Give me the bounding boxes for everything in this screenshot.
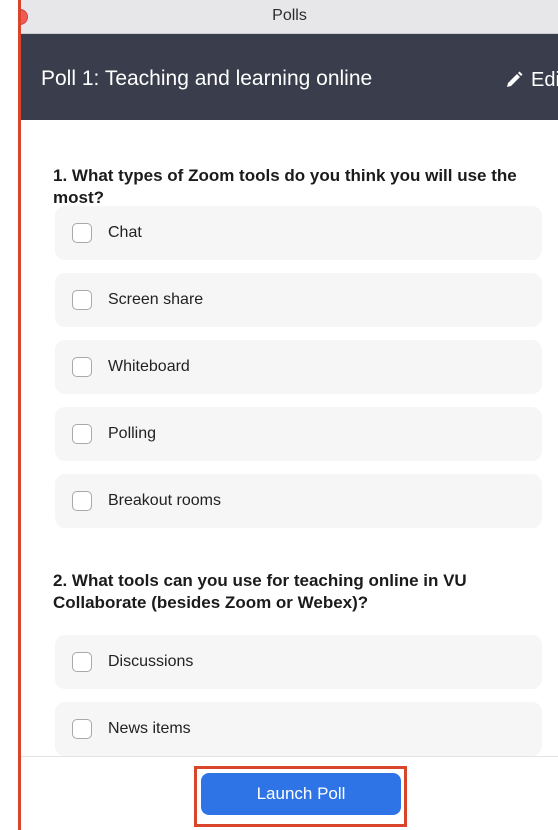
checkbox[interactable] (72, 491, 92, 511)
checkbox[interactable] (72, 719, 92, 739)
option-label: Breakout rooms (108, 492, 221, 509)
poll-footer: Launch Poll (21, 756, 558, 830)
option-chat[interactable]: Chat (55, 206, 542, 260)
background-strip (0, 0, 20, 830)
option-label: Polling (108, 425, 157, 442)
option-label: News items (108, 720, 191, 737)
pencil-icon (507, 71, 523, 87)
edit-button[interactable]: Edi (505, 68, 558, 92)
checkbox[interactable] (72, 290, 92, 310)
checkbox[interactable] (72, 357, 92, 377)
poll-header: Poll 1: Teaching and learning online Edi (21, 34, 558, 120)
checkbox[interactable] (72, 223, 92, 243)
option-label: Screen share (108, 291, 204, 308)
question-1-text: 1. What types of Zoom tools do you think… (53, 166, 517, 207)
launch-poll-button[interactable]: Launch Poll (201, 773, 401, 815)
window-title: Polls (272, 7, 307, 24)
option-polling[interactable]: Polling (55, 407, 542, 461)
checkbox[interactable] (72, 424, 92, 444)
option-screen-share[interactable]: Screen share (55, 273, 542, 327)
checkbox[interactable] (72, 652, 92, 672)
option-label: Discussions (108, 653, 194, 670)
option-news-items[interactable]: News items (55, 702, 542, 756)
poll-content: 1. What types of Zoom tools do you think… (21, 120, 558, 756)
option-discussions[interactable]: Discussions (55, 635, 542, 689)
option-label: Whiteboard (108, 358, 190, 375)
option-label: Chat (108, 224, 142, 241)
polls-window: Polls Poll 1: Teaching and learning onli… (21, 0, 558, 830)
poll-title: Poll 1: Teaching and learning online (41, 67, 373, 90)
option-whiteboard[interactable]: Whiteboard (55, 340, 542, 394)
title-bar: Polls (21, 0, 558, 34)
question-2-text: 2. What tools can you use for teaching o… (53, 571, 467, 612)
edit-label: Edi (531, 68, 558, 91)
option-breakout-rooms[interactable]: Breakout rooms (55, 474, 542, 528)
